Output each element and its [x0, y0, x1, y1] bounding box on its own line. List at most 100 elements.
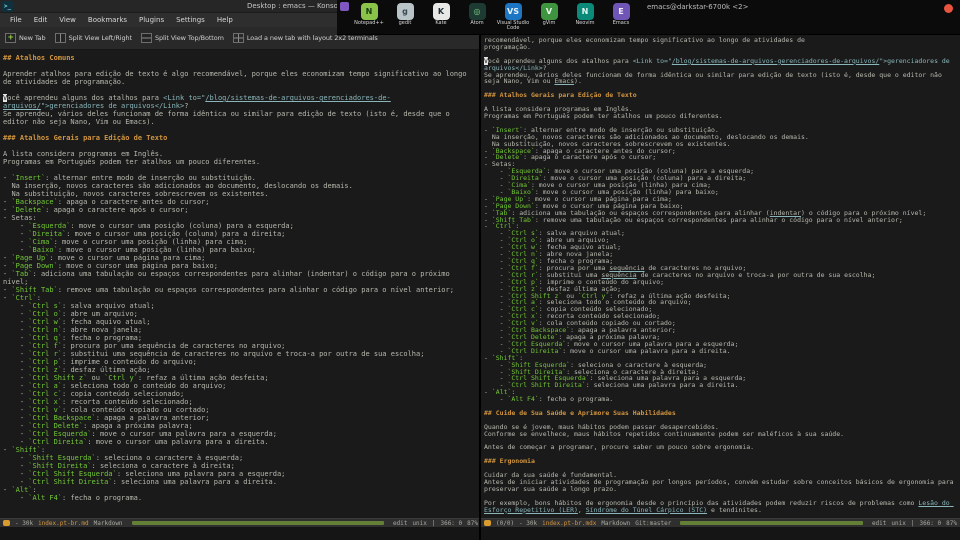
terminal-line: Programas em Português podem ter atalhos… [3, 158, 475, 166]
text-segment: Conforme se envelhece, maus hábitos repe… [484, 429, 845, 438]
text-segment: : seleciona uma palavra para a direita. [585, 381, 739, 390]
terminal-line: Se aprendeu, vários deles funcionam de f… [3, 110, 475, 126]
buffer-state-icon [3, 520, 10, 526]
text-segment: `Ctrl s` [28, 302, 63, 310]
new-tab-button[interactable]: New Tab [5, 33, 46, 43]
left-terminal-pane[interactable]: ## Atalhos Comuns Aprender atalhos para … [3, 54, 475, 518]
text-segment: Se aprendeu, vários deles funcionam de f… [3, 110, 454, 126]
buffer-filename: index.pt-br.md [38, 519, 89, 527]
terminal-line: - `Ctrl a`: seleciona todo o conteúdo do… [3, 382, 475, 390]
menu-item-plugins[interactable]: Plugins [133, 16, 170, 24]
modeline-progress-bar [680, 521, 863, 525]
text-segment: `Ctrl Direita` [28, 438, 88, 446]
right-echo-area[interactable] [481, 527, 960, 540]
modeline-separator: | [910, 519, 915, 527]
menu-item-edit[interactable]: Edit [28, 16, 54, 24]
text-segment: `Ctrl Shift z` [28, 374, 88, 382]
terminal-line: - `Shift Direita`: seleciona o caractere… [3, 462, 475, 470]
split-tb-label: Split View Top/Bottom [154, 34, 224, 42]
menu-item-bookmarks[interactable]: Bookmarks [82, 16, 133, 24]
text-segment: - [3, 494, 29, 502]
layout-2x2-label: Load a new tab with layout 2x2 terminals [246, 34, 378, 42]
launcher-bar: N Notepad++ g gedit K Kate ◎ Atom VS Visual Studi… [337, 0, 960, 35]
text-segment: - [3, 334, 29, 342]
terminal-line: ## Atalhos Comuns [3, 54, 475, 62]
text-segment: : abre nova janela; [62, 326, 143, 334]
terminal-line: - `Delete`: apaga o caractere após o cur… [484, 154, 956, 161]
terminal-line: - `Ctrl p`: imprime o conteúdo do arquiv… [3, 358, 475, 366]
launcher-atom[interactable]: ◎ Atom [459, 3, 495, 31]
text-segment: <Link to=" [632, 56, 672, 65]
neovim-icon: N [576, 3, 594, 20]
right-terminal-pane[interactable]: recomendável, porque eles economizam tem… [484, 37, 956, 518]
terminal-line: - `Ctrl s`: salva arquivo atual; [3, 302, 475, 310]
text-segment: : desfaz última ação; [62, 366, 151, 374]
match-count: (0/0) [496, 519, 515, 527]
terminal-line: Se aprendeu, vários deles funcionam de f… [484, 71, 956, 86]
text-segment: Aprender atalhos para edição de texto é … [3, 70, 471, 86]
vscode-icon: VS [504, 3, 522, 20]
window-title: Desktop : emacs — Konsole [247, 2, 345, 10]
terminal-line: - `Ctrl w`: fecha aquivo atual; [3, 318, 475, 326]
text-segment: : adiciona uma tabulação ou espaços corr… [3, 270, 454, 286]
terminal-line: - `Page Up`: move o cursor uma página pa… [3, 254, 475, 262]
text-segment: - [3, 390, 29, 398]
launcher-emacs[interactable]: E Emacs [603, 3, 639, 31]
terminal-line: - `Baixo`: move o cursor uma posição (li… [3, 246, 475, 254]
git-branch: Git:master [635, 519, 672, 527]
text-segment: - [3, 238, 29, 246]
text-segment: `Alt` [11, 486, 33, 494]
major-mode[interactable]: Markdown [94, 520, 123, 527]
terminal-line: - `Ctrl z`: desfaz última ação; [3, 366, 475, 374]
launcher-vscode[interactable]: VS Visual Studio Code [495, 3, 531, 31]
split-lr-button[interactable]: Split View Left/Right [54, 33, 133, 43]
edit-state: edit [871, 519, 887, 527]
terminal-line: - `Alt F4`: fecha o programa. [3, 494, 475, 502]
scroll-percent: 87% [467, 519, 478, 527]
text-segment: , [577, 505, 586, 514]
terminal-line: Programas em Português podem ter atalhos… [484, 113, 956, 120]
text-segment: - [3, 422, 29, 430]
text-segment: `Shift Esquerda` [28, 454, 96, 462]
left-echo-area[interactable] [0, 527, 481, 540]
launcher-neovim[interactable]: N Neovim [567, 3, 603, 31]
terminal-line: recomendável, porque eles economizam tem… [484, 37, 956, 44]
text-segment: : copia conteúdo selecionado; [62, 390, 185, 398]
text-segment: `Ctrl Shift Esquerda` [28, 470, 117, 478]
menu-item-settings[interactable]: Settings [170, 16, 211, 24]
split-tb-button[interactable]: Split View Top/Bottom [140, 33, 224, 43]
launcher-gedit[interactable]: g gedit [387, 3, 423, 31]
terminal-line: - `Ctrl Backspace`: apaga a palavra ante… [3, 414, 475, 422]
text-segment: - [3, 382, 29, 390]
konsole-window: >_ Desktop : emacs — Konsole File Edit Vie… [0, 0, 960, 540]
launcher-notepadpp[interactable]: N Notepad++ [351, 3, 387, 31]
emacs-window-icon [340, 2, 349, 11]
text-segment: : fecha o programa; [62, 334, 143, 342]
close-icon[interactable] [944, 4, 953, 13]
text-segment: ). [574, 77, 582, 86]
text-segment: `Ctrl z` [28, 366, 63, 374]
text-segment: `Cima` [28, 238, 54, 246]
text-segment: - [3, 326, 29, 334]
text-segment: : refaz a última ação desfeita; [137, 374, 269, 382]
terminal-line: - `Ctrl n`: abre nova janela; [3, 326, 475, 334]
gedit-icon: g [396, 3, 414, 20]
text-segment: : apaga o caractere antes do cursor; [57, 198, 210, 206]
text-segment: - [3, 374, 29, 382]
right-modeline: (0/0) - 30k index.pt-br.mdx Markdown Git… [481, 518, 960, 527]
cursor-position: 366: 0 [440, 519, 463, 527]
launcher-kate[interactable]: K Kate [423, 3, 459, 31]
menu-item-view[interactable]: View [53, 16, 82, 24]
menu-item-file[interactable]: File [4, 16, 28, 24]
split-lr-label: Split View Left/Right [68, 34, 133, 42]
launcher-gvim[interactable]: VgVim [531, 3, 567, 31]
text-segment: `Ctrl x` [28, 398, 63, 406]
terminal-line: - `Ctrl r`: substitui uma sequência de c… [3, 350, 475, 358]
text-segment: `Ctrl Shift Direita` [28, 478, 113, 486]
major-mode[interactable]: Markdown [601, 520, 630, 527]
text-segment: : move o cursor uma palavra para a direi… [87, 438, 269, 446]
menu-item-help[interactable]: Help [211, 16, 239, 24]
text-segment: `Backspace` [11, 198, 58, 206]
